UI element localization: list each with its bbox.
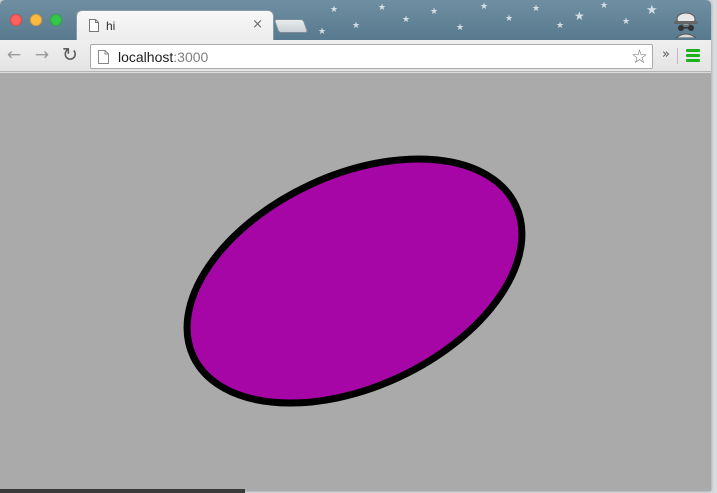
close-icon[interactable]: ×	[252, 17, 263, 32]
theme-star-decoration: ★	[480, 2, 489, 12]
url-port: :3000	[173, 49, 209, 65]
forward-arrow-icon[interactable]: →	[32, 45, 52, 65]
hamburger-menu-icon[interactable]	[686, 49, 700, 63]
purple-ellipse	[183, 155, 526, 407]
url-text[interactable]: localhost:3000	[118, 49, 208, 65]
theme-star-decoration: ★	[505, 14, 514, 24]
chevron-double-right-icon[interactable]: »	[662, 47, 670, 62]
reload-icon[interactable]: ↻	[60, 45, 80, 65]
tab-strip: ★ ★ ★ ★ ★ ★ ★ ★ ★ ★ ★ ★ ★ ★ ★ hi ×	[0, 0, 711, 40]
page-icon	[98, 50, 109, 64]
page-canvas	[183, 155, 526, 407]
star-icon[interactable]: ☆	[631, 46, 648, 68]
theme-star-decoration: ★	[318, 27, 327, 37]
theme-star-decoration: ★	[456, 23, 465, 33]
theme-star-decoration: ★	[330, 5, 339, 15]
incognito-icon	[674, 12, 698, 38]
theme-star-decoration: ★	[352, 21, 361, 31]
new-tab-button[interactable]	[273, 19, 309, 33]
toolbar-divider	[677, 48, 678, 64]
theme-star-decoration: ★	[646, 3, 658, 18]
window-minimize-button[interactable]	[30, 14, 42, 26]
tab-hi[interactable]: hi ×	[76, 10, 274, 40]
theme-star-decoration: ★	[430, 7, 439, 17]
background-window-edge	[711, 210, 717, 224]
document-icon	[89, 19, 99, 32]
back-arrow-icon[interactable]: ←	[4, 45, 24, 65]
theme-star-decoration: ★	[402, 15, 411, 25]
theme-star-decoration: ★	[622, 17, 631, 27]
theme-star-decoration: ★	[378, 3, 387, 13]
window-zoom-button[interactable]	[50, 14, 62, 26]
theme-star-decoration: ★	[574, 9, 585, 23]
window-close-button[interactable]	[10, 14, 22, 26]
theme-star-decoration: ★	[556, 21, 565, 31]
page-content	[0, 73, 711, 491]
tab-title: hi	[106, 19, 116, 33]
theme-star-decoration: ★	[600, 1, 609, 11]
address-bar[interactable]: localhost:3000 ☆	[90, 44, 653, 69]
window-shadow-edge	[0, 489, 245, 493]
browser-toolbar: ← → ↻ localhost:3000 ☆ »	[0, 40, 711, 72]
url-host: localhost	[118, 49, 174, 65]
browser-window: ★ ★ ★ ★ ★ ★ ★ ★ ★ ★ ★ ★ ★ ★ ★ hi × ← → ↻…	[0, 0, 711, 491]
theme-star-decoration: ★	[532, 4, 541, 14]
